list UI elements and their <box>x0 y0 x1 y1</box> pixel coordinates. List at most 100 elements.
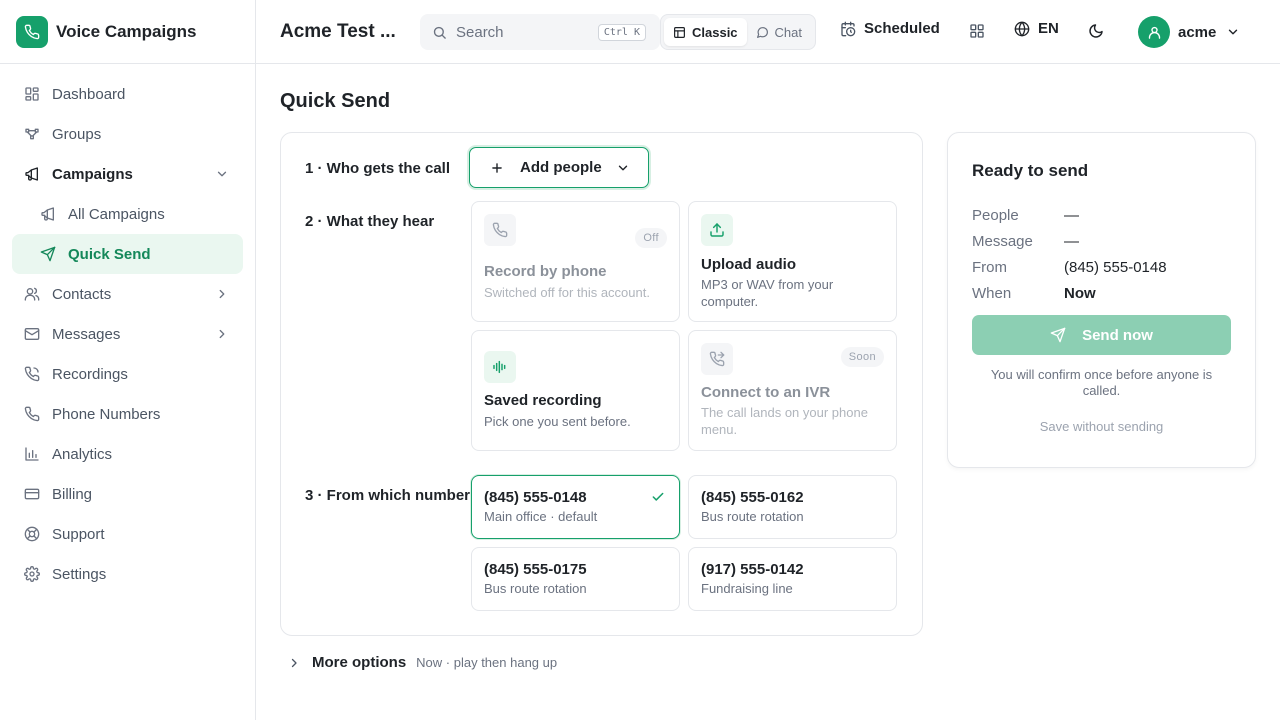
option-subtitle: The call lands on your phone menu. <box>701 405 868 437</box>
phone-number-description: Bus route rotation <box>701 509 804 524</box>
summary-key: Message <box>972 233 1033 250</box>
scheduled-button[interactable]: Scheduled <box>840 20 940 37</box>
groups-icon <box>25 128 39 140</box>
brand[interactable]: Voice Campaigns <box>0 0 255 64</box>
quick-send-form: 1 · Who gets the call Add people 2 · Wha… <box>280 132 923 636</box>
check-icon <box>652 492 664 501</box>
option-subtitle: Pick one you sent before. <box>484 414 631 429</box>
calendar-clock-icon <box>841 21 856 36</box>
sidebar-item-label: Settings <box>52 565 107 583</box>
option-title: Record by phone <box>484 263 607 280</box>
sidebar-item-settings[interactable]: Settings <box>12 554 243 594</box>
scheduled-label: Scheduled <box>864 20 940 37</box>
option-subtitle: MP3 or WAV from your computer. <box>701 277 834 309</box>
summary-row-people: People — <box>972 207 1079 224</box>
sidebar-nav: Dashboard Groups Campaigns All Campaigns… <box>0 64 255 594</box>
step-2-label: 2 · What they hear <box>305 213 435 230</box>
number-option[interactable]: (845) 555-0175 Bus route rotation <box>471 547 680 611</box>
language-button[interactable]: EN <box>1014 20 1059 37</box>
more-options-toggle[interactable]: More options Now · play then hang up <box>288 654 557 671</box>
audio-option-upload-audio[interactable]: Upload audio MP3 or WAV from your comput… <box>688 201 897 322</box>
number-option[interactable]: (845) 555-0148 Main office · default <box>471 475 680 539</box>
sidebar-item-label: Analytics <box>52 445 113 463</box>
view-toggle-classic[interactable]: Classic <box>664 18 747 46</box>
topbar: Acme Test ... Search Ctrl K Classic Chat… <box>256 0 1280 64</box>
upload-icon <box>701 214 733 246</box>
view-toggle-chat-label: Chat <box>774 24 803 40</box>
phone-number-description: Bus route rotation <box>484 581 587 596</box>
phone-number: (845) 555-0148 <box>484 489 587 506</box>
sidebar-item-support[interactable]: Support <box>12 514 243 554</box>
phone-number-description: Main office · default <box>484 509 598 524</box>
sidebar-item-messages[interactable]: Messages <box>12 314 243 354</box>
sidebar-item-contacts[interactable]: Contacts <box>12 274 243 314</box>
option-title: Connect to an IVR <box>701 384 831 401</box>
megaphone-icon <box>41 207 54 221</box>
send-now-button[interactable]: Send now <box>972 315 1231 355</box>
sidebar-item-label: Support <box>52 525 105 543</box>
view-toggle-classic-label: Classic <box>692 24 738 40</box>
recordings-icon <box>24 366 40 382</box>
phone-forward-icon <box>701 343 733 375</box>
org-name[interactable]: Acme Test ... <box>280 21 396 43</box>
phone-icon <box>16 15 48 48</box>
summary-value: — <box>1064 233 1079 250</box>
sidebar-item-recordings[interactable]: Recordings <box>12 354 243 394</box>
view-toggle-chat[interactable]: Chat <box>747 18 811 46</box>
chevron-down-icon <box>618 165 627 170</box>
megaphone-icon <box>25 167 38 181</box>
add-people-label: Add people <box>520 159 602 176</box>
dashboard-icon <box>25 87 39 101</box>
send-icon <box>1050 327 1066 343</box>
status-badge: Soon <box>840 347 884 367</box>
sidebar-item-label: Messages <box>52 325 121 343</box>
phone-number: (845) 555-0162 <box>701 489 804 506</box>
step-3-label: 3 · From which number <box>305 487 471 504</box>
summary-row-when: When Now <box>972 285 1096 302</box>
contacts-icon <box>24 287 40 301</box>
support-icon <box>24 526 40 542</box>
sidebar-item-all-campaigns[interactable]: All Campaigns <box>12 194 243 234</box>
send-summary-panel: Ready to send People — Message — From (8… <box>947 132 1256 468</box>
sidebar-item-quick-send[interactable]: Quick Send <box>12 234 243 274</box>
search-shortcut-badge: Ctrl K <box>597 23 646 41</box>
chevron-right-icon <box>219 329 225 339</box>
waveform-icon <box>484 351 516 383</box>
moon-icon[interactable] <box>1088 23 1104 39</box>
search-input[interactable]: Search Ctrl K <box>420 14 660 50</box>
brand-name: Voice Campaigns <box>56 21 197 41</box>
phone-number: (845) 555-0175 <box>484 561 587 578</box>
sidebar-item-phone-numbers[interactable]: Phone Numbers <box>12 394 243 434</box>
sidebar-item-label: Dashboard <box>52 85 126 103</box>
sidebar-item-groups[interactable]: Groups <box>12 114 243 154</box>
summary-key: People <box>972 207 1019 224</box>
sidebar-item-campaigns[interactable]: Campaigns <box>12 154 243 194</box>
chevron-right-icon <box>219 289 225 299</box>
add-people-button[interactable]: Add people <box>469 147 649 188</box>
step-1-label: 1 · Who gets the call <box>305 160 451 177</box>
sidebar-item-label: Billing <box>52 485 93 503</box>
sidebar-item-billing[interactable]: Billing <box>12 474 243 514</box>
more-options-summary: Now · play then hang up <box>416 655 558 670</box>
phone-number-description: Fundraising line <box>701 581 793 596</box>
sidebar-item-label: Quick Send <box>68 245 151 263</box>
number-option[interactable]: (845) 555-0162 Bus route rotation <box>688 475 897 539</box>
view-toggle: Classic Chat <box>660 14 816 50</box>
apps-grid-icon[interactable] <box>969 23 985 39</box>
globe-icon <box>1014 21 1030 36</box>
page-title: Quick Send <box>280 90 391 112</box>
sidebar-item-analytics[interactable]: Analytics <box>12 434 243 474</box>
save-without-sending-link[interactable]: Save without sending <box>972 419 1231 434</box>
audio-option-saved-recording[interactable]: Saved recording Pick one you sent before… <box>471 330 680 451</box>
summary-value: Now <box>1064 285 1096 302</box>
summary-value: — <box>1064 207 1079 224</box>
option-subtitle: Switched off for this account. <box>484 285 650 300</box>
confirm-note: You will confirm once before anyone is c… <box>990 367 1213 398</box>
sidebar-item-dashboard[interactable]: Dashboard <box>12 74 243 114</box>
avatar <box>1138 16 1170 48</box>
user-menu[interactable]: acme <box>1138 16 1240 48</box>
billing-icon <box>24 488 40 500</box>
sidebar-item-label: Campaigns <box>52 165 133 183</box>
summary-row-from: From (845) 555-0148 <box>972 259 1167 276</box>
number-option[interactable]: (917) 555-0142 Fundraising line <box>688 547 897 611</box>
